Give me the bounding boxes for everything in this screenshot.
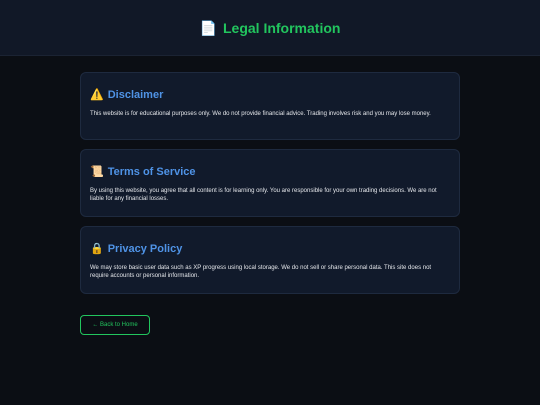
terms-card: 📜 Terms of Service By using this website…: [80, 149, 460, 217]
disclaimer-text: This website is for educational purposes…: [90, 111, 431, 117]
disclaimer-title: Disclaimer: [107, 89, 164, 101]
privacy-heading: 🔒 Privacy Policy: [90, 243, 450, 255]
lock-icon: 🔒: [90, 242, 104, 255]
warning-icon: ⚠️: [90, 88, 104, 101]
page-title: 📄 Legal Information: [200, 20, 341, 36]
disclaimer-card: ⚠️ Disclaimer This website is for educat…: [80, 72, 460, 140]
privacy-title: Privacy Policy: [107, 243, 183, 255]
terms-text: By using this website, you agree that al…: [90, 188, 437, 202]
terms-heading: 📜 Terms of Service: [90, 166, 450, 178]
back-to-home-button[interactable]: ← Back to Home: [80, 315, 150, 335]
page-header: 📄 Legal Information: [0, 0, 540, 56]
privacy-card: 🔒 Privacy Policy We may store basic user…: [80, 226, 460, 294]
scroll-icon: 📜: [90, 165, 104, 178]
terms-title: Terms of Service: [107, 166, 196, 178]
privacy-text: We may store basic user data such as XP …: [90, 265, 432, 279]
page-title-text: Legal Information: [222, 19, 341, 36]
disclaimer-heading: ⚠️ Disclaimer: [90, 89, 450, 101]
document-icon: 📄: [199, 19, 217, 36]
